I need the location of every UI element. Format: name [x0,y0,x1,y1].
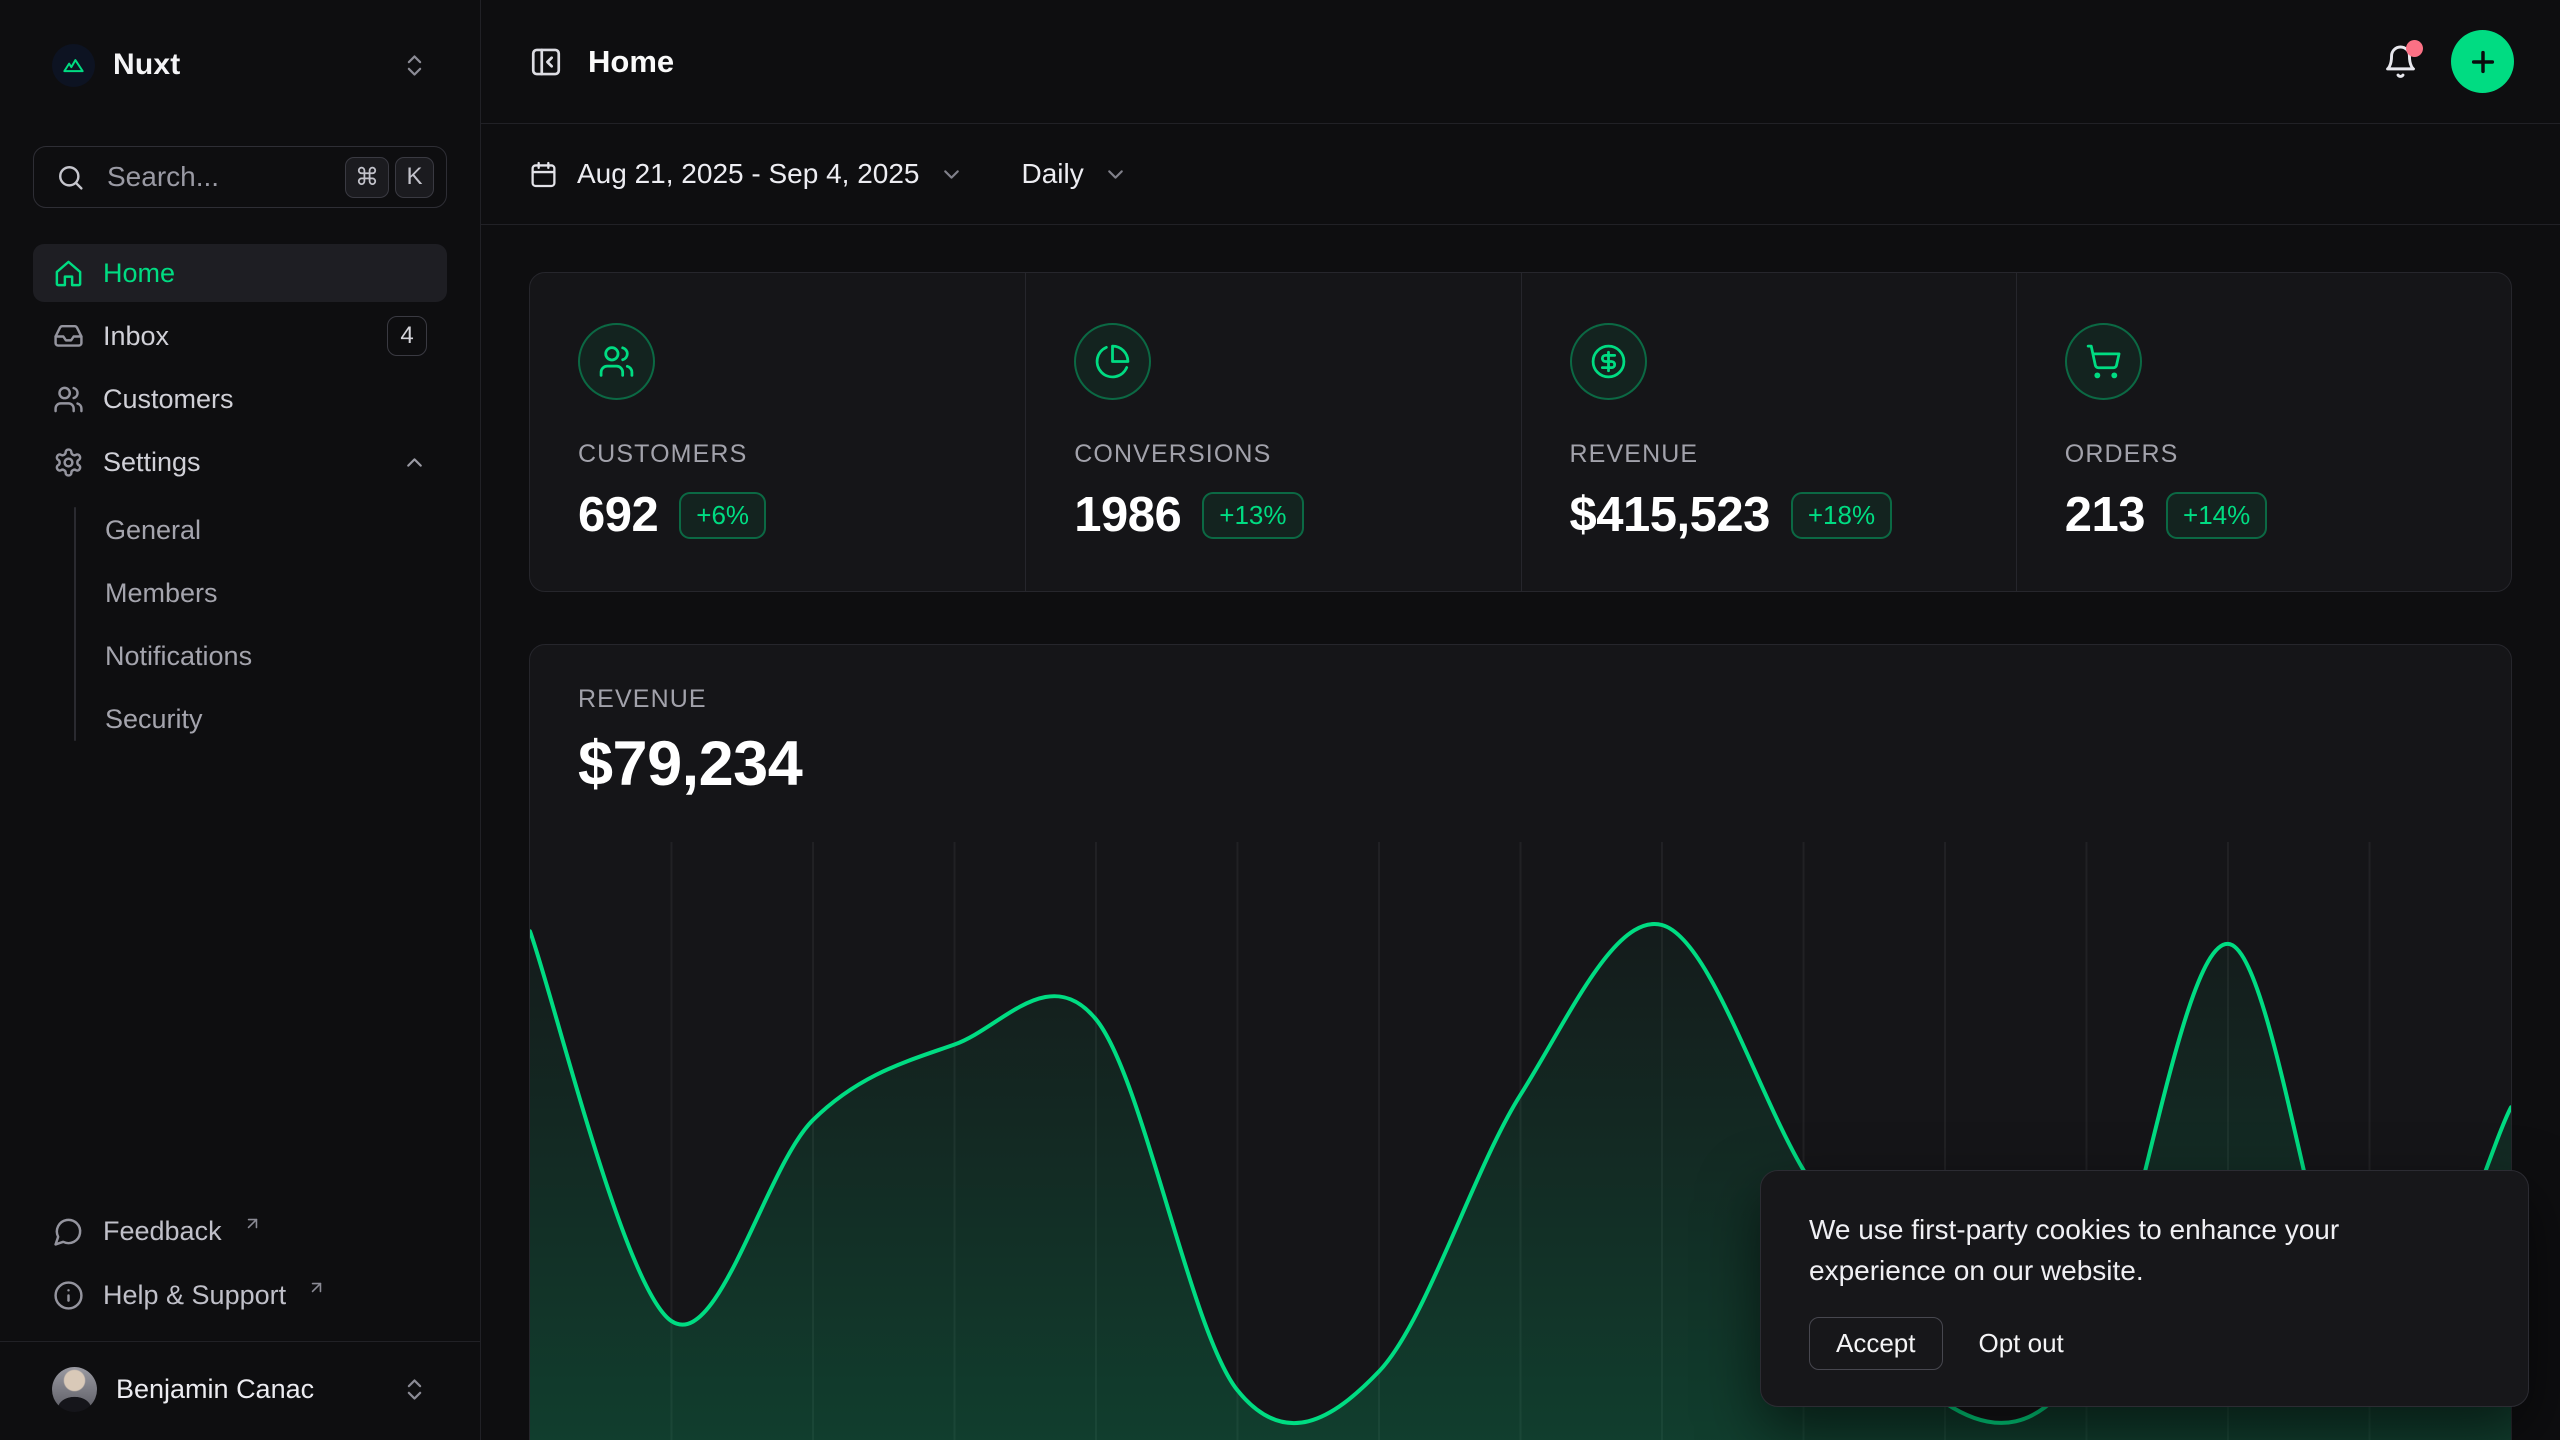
nuxt-logo-icon [52,44,95,87]
page-header: Home [481,0,2560,124]
circle-dollar-sign-icon [1570,323,1647,400]
home-icon [53,258,84,289]
sidebar-item-help-support[interactable]: Help & Support [33,1265,447,1325]
sidebar-item-home[interactable]: Home [33,244,447,302]
sidebar-secondary-nav: Feedback Help & Support [0,1201,480,1341]
sidebar-item-inbox[interactable]: Inbox 4 [33,307,447,365]
users-icon [578,323,655,400]
sidebar-subitem-security[interactable]: Security [33,688,447,751]
arrow-up-right-icon [243,1214,262,1233]
stat-label: ORDERS [2065,440,2463,469]
pie-chart-icon [1074,323,1151,400]
date-range-label: Aug 21, 2025 - Sep 4, 2025 [577,158,920,190]
sidebar-item-settings[interactable]: Settings [33,433,447,491]
info-icon [53,1280,84,1311]
kbd-key: K [395,157,434,198]
message-circle-icon [53,1216,84,1247]
arrow-up-right-icon [307,1278,326,1297]
sidebar-item-label: Settings [103,447,201,478]
cookie-banner: We use first-party cookies to enhance yo… [1760,1170,2529,1407]
stat-card-conversions[interactable]: CONVERSIONS 1986 +13% [1025,273,1520,591]
plus-icon [2467,46,2499,78]
unread-notification-dot [2406,40,2423,57]
stat-value: 213 [2065,487,2145,543]
workspace-switcher[interactable]: Nuxt [33,40,447,90]
sidebar-subitem-notifications[interactable]: Notifications [33,625,447,688]
cookie-message: We use first-party cookies to enhance yo… [1809,1209,2409,1291]
calendar-icon [529,160,558,189]
stat-value: 692 [578,487,658,543]
revenue-chart-label: REVENUE [578,685,2463,714]
stat-value: 1986 [1074,487,1181,543]
settings-icon [53,447,84,478]
sidebar-subitem-general[interactable]: General [33,499,447,562]
sidebar-item-customers[interactable]: Customers [33,370,447,428]
stat-value: $415,523 [1570,487,1770,543]
opt-out-button[interactable]: Opt out [1973,1318,2070,1369]
user-name: Benjamin Canac [116,1374,314,1405]
sidebar: Nuxt Search... ⌘K Home Inbox 4 Customers Set… [0,0,481,1440]
kbd-key: ⌘ [345,157,389,198]
notifications-button[interactable] [2382,43,2419,80]
user-menu[interactable]: Benjamin Canac [33,1354,447,1424]
avatar [52,1367,97,1412]
stat-card-orders[interactable]: ORDERS 213 +14% [2016,273,2511,591]
stat-card-revenue[interactable]: REVENUE $415,523 +18% [1521,273,2016,591]
stat-label: REVENUE [1570,440,1968,469]
sidebar-subitem-label: Members [105,578,218,609]
date-range-picker[interactable]: Aug 21, 2025 - Sep 4, 2025 [529,158,964,190]
chevrons-up-down-icon[interactable] [401,52,428,79]
sidebar-item-label: Customers [103,384,234,415]
panel-left-close-icon[interactable] [529,45,563,79]
search-input[interactable]: Search... ⌘K [33,146,447,208]
revenue-chart-value: $79,234 [578,728,2463,800]
sidebar-subitem-members[interactable]: Members [33,562,447,625]
granularity-select[interactable]: Daily [1022,158,1128,190]
sidebar-subitem-label: Security [105,704,203,735]
chevrons-up-down-icon[interactable] [401,1376,428,1403]
stat-change-badge: +18% [1791,492,1892,539]
inbox-count-badge: 4 [387,316,427,356]
stat-label: CONVERSIONS [1074,440,1472,469]
sidebar-item-label: Inbox [103,321,169,352]
search-shortcut-keys: ⌘K [339,157,434,198]
stat-change-badge: +6% [679,492,766,539]
users-icon [53,384,84,415]
chevron-down-icon [939,162,964,187]
page-title: Home [588,44,674,80]
inbox-icon [53,321,84,352]
sidebar-nav: Home Inbox 4 Customers Settings General Member… [33,244,447,751]
filters-toolbar: Aug 21, 2025 - Sep 4, 2025 Daily [481,124,2560,225]
sidebar-spacer [0,751,480,1201]
accept-button[interactable]: Accept [1809,1317,1943,1370]
workspace-name: Nuxt [113,48,180,82]
sidebar-subitem-label: Notifications [105,641,252,672]
add-button[interactable] [2451,30,2514,93]
search-placeholder: Search... [107,161,317,193]
granularity-label: Daily [1022,158,1084,190]
sidebar-item-label: Home [103,258,175,289]
chevron-up-icon [402,450,427,475]
sidebar-item-label: Help & Support [103,1280,286,1311]
sidebar-item-label: Feedback [103,1216,222,1247]
search-icon [56,163,85,192]
stat-change-badge: +13% [1202,492,1303,539]
stat-label: CUSTOMERS [578,440,977,469]
stat-card-customers[interactable]: CUSTOMERS 692 +6% [530,273,1025,591]
chevron-down-icon [1103,162,1128,187]
user-section: Benjamin Canac [0,1341,480,1440]
sidebar-subitem-label: General [105,515,201,546]
sidebar-item-feedback[interactable]: Feedback [33,1201,447,1261]
shopping-cart-icon [2065,323,2142,400]
stats-row: CUSTOMERS 692 +6% CONVERSIONS 1986 +13% REVENU… [529,272,2512,592]
stat-change-badge: +14% [2166,492,2267,539]
sidebar-subnav: General Members Notifications Security [33,499,447,751]
